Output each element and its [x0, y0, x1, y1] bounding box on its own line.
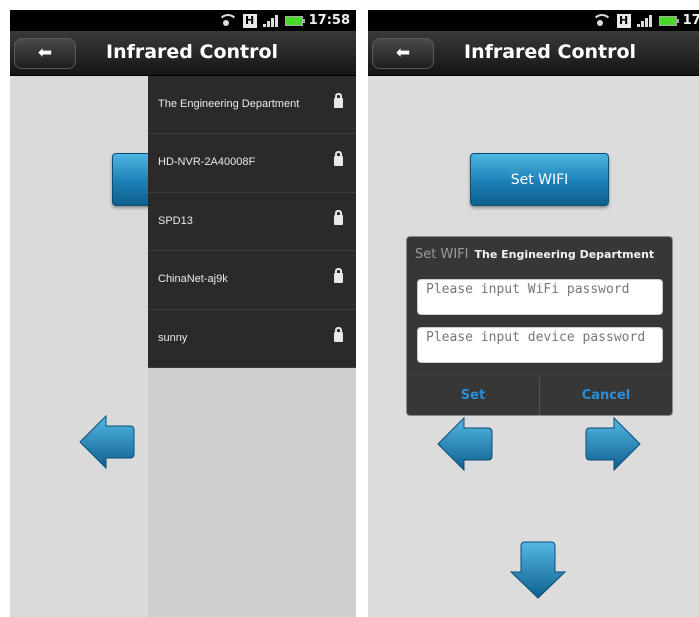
down-arrow-button[interactable] [509, 540, 567, 600]
phone-screen-right: H 17:5 ⬅ Infrared Control Set WIFI Set W… [368, 10, 699, 617]
wifi-password-field[interactable]: Please input WiFi password [417, 279, 663, 315]
title-bar: ⬅ Infrared Control [10, 31, 356, 76]
dialog-network-name: The Engineering Department [474, 248, 655, 261]
hspa-icon: H [616, 13, 631, 28]
wifi-list-item[interactable]: ChinaNet-aj9k [148, 251, 356, 310]
dialog-divider [407, 375, 672, 376]
wifi-signal-icon [591, 13, 612, 28]
page-title: Infrared Control [464, 41, 637, 63]
list-backdrop [148, 368, 356, 617]
wifi-signal-icon [217, 13, 238, 28]
lock-icon [334, 93, 343, 108]
arrow-left-icon [437, 416, 493, 472]
status-bar: H 17:58 [10, 10, 356, 31]
arrow-left-icon [79, 414, 135, 470]
arrow-down-icon [509, 541, 567, 599]
wifi-network-list: The Engineering Department HD-NVR-2A4000… [148, 76, 356, 368]
wifi-list-item[interactable]: HD-NVR-2A40008F [148, 134, 356, 193]
dialog-title-label: Set WIFI [415, 247, 469, 262]
lock-icon [334, 209, 343, 225]
device-password-placeholder: Please input device password [426, 330, 646, 345]
status-clock: 17:5 [682, 13, 699, 28]
right-arrow-button[interactable] [584, 414, 642, 474]
back-arrow-icon: ⬅ [395, 43, 411, 63]
dialog-title: Set WIFI The Engineering Department [415, 243, 654, 262]
battery-icon [284, 15, 305, 26]
phone-screen-left: H 17:58 ⬅ Infrared Control Set WIFI The … [10, 10, 356, 617]
wifi-ssid: sunny [158, 331, 188, 344]
wifi-ssid: The Engineering Department [158, 98, 300, 110]
left-arrow-button[interactable] [78, 412, 136, 472]
arrow-right-icon [585, 416, 641, 472]
lock-icon [334, 326, 343, 342]
wifi-ssid: HD-NVR-2A40008F [158, 156, 256, 169]
device-password-field[interactable]: Please input device password [417, 327, 663, 363]
lock-icon [334, 151, 343, 167]
set-wifi-button[interactable]: Set WIFI [470, 153, 609, 206]
wifi-password-placeholder: Please input WiFi password [426, 282, 630, 297]
set-button[interactable]: Set [407, 377, 539, 415]
wifi-ssid: ChinaNet-aj9k [158, 273, 228, 286]
cancel-button[interactable]: Cancel [540, 377, 672, 415]
page-title: Infrared Control [106, 41, 279, 63]
back-button[interactable]: ⬅ [372, 38, 434, 69]
back-button[interactable]: ⬅ [14, 38, 76, 69]
wifi-ssid: SPD13 [158, 214, 193, 227]
status-bar: H 17:5 [368, 10, 699, 31]
cell-signal-icon [636, 14, 653, 27]
wifi-list-item[interactable]: SPD13 [148, 193, 356, 252]
wifi-list-item[interactable]: sunny [148, 310, 356, 368]
set-wifi-dialog: Set WIFI The Engineering Department Pleas… [406, 236, 673, 416]
left-arrow-button[interactable] [436, 414, 494, 474]
set-wifi-label: Set WIFI [510, 172, 569, 188]
battery-icon [658, 15, 679, 26]
lock-icon [334, 268, 343, 284]
status-clock: 17:58 [308, 13, 350, 28]
wifi-list-item[interactable]: The Engineering Department [148, 76, 356, 135]
hspa-icon: H [242, 13, 257, 28]
title-bar: ⬅ Infrared Control [368, 31, 699, 76]
cell-signal-icon [262, 14, 279, 27]
back-arrow-icon: ⬅ [37, 43, 53, 63]
